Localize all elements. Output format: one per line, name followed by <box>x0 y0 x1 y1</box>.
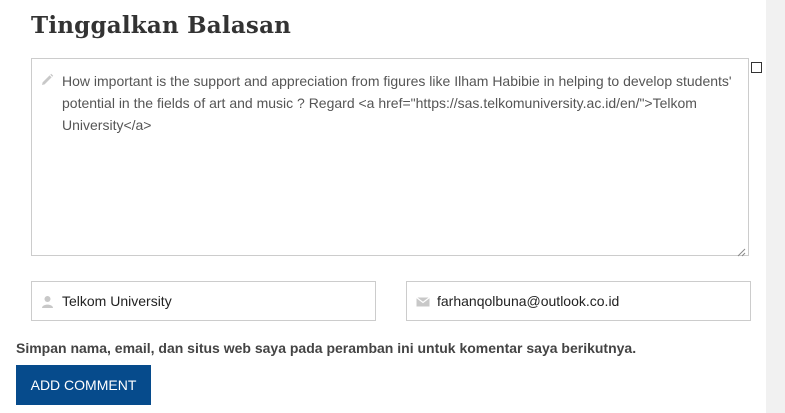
email-field[interactable]: farhanqolbuna@outlook.co.id <box>406 281 751 321</box>
pencil-icon <box>40 73 54 87</box>
comment-form-panel: Tinggalkan Balasan How important is the … <box>0 0 766 413</box>
name-input[interactable]: Telkom University <box>62 293 172 309</box>
comment-textarea[interactable]: How important is the support and appreci… <box>31 58 749 257</box>
email-input[interactable]: farhanqolbuna@outlook.co.id <box>437 293 619 309</box>
resize-handle-icon[interactable] <box>737 244 746 257</box>
checkbox[interactable] <box>751 62 762 73</box>
add-comment-button[interactable]: ADD COMMENT <box>16 365 151 405</box>
name-field[interactable]: Telkom University <box>31 281 376 321</box>
user-icon <box>41 295 54 308</box>
cookie-consent-label[interactable]: Simpan nama, email, dan situs web saya p… <box>16 340 636 356</box>
envelope-icon <box>416 295 430 308</box>
reply-title: Tinggalkan Balasan <box>31 12 292 39</box>
comment-text: How important is the support and appreci… <box>62 73 736 133</box>
